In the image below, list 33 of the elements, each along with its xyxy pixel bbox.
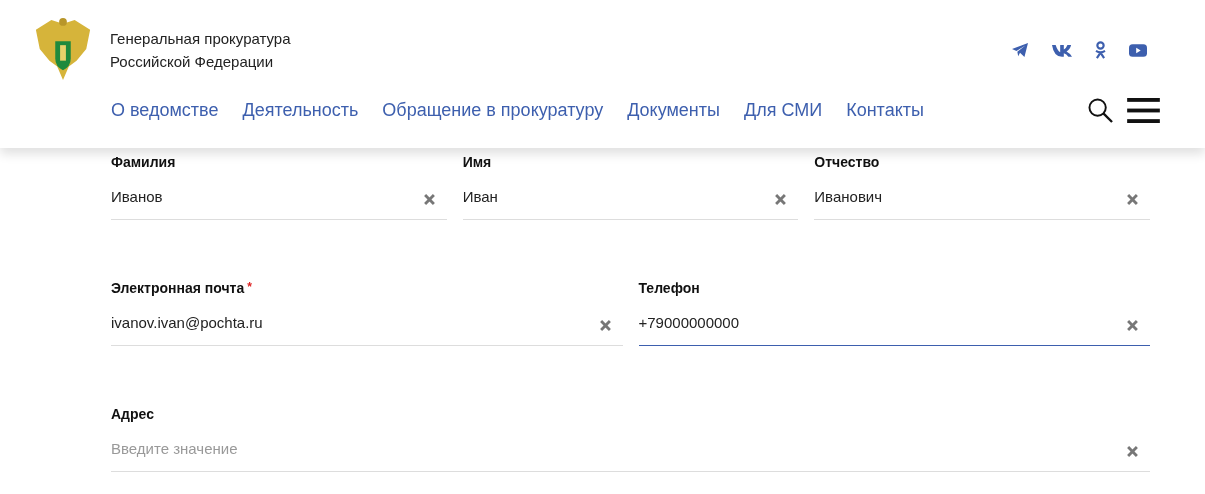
- input-field[interactable]: ivanov.ivan@pochta.ru: [111, 300, 623, 346]
- field-label: Телефон: [638, 280, 700, 296]
- nav-link[interactable]: Обращение в прокуратуру: [382, 100, 604, 121]
- nav-link[interactable]: О ведомстве: [111, 100, 219, 121]
- field-label: Адрес: [111, 406, 154, 422]
- search-icon[interactable]: [1088, 98, 1113, 123]
- required-mark: *: [247, 280, 252, 294]
- input-field[interactable]: Иванов: [111, 174, 447, 220]
- organization-name: Российской Федерации: [110, 52, 275, 72]
- field-label: Электронная почта: [111, 280, 245, 296]
- clear-icon[interactable]: [599, 320, 611, 331]
- paper-plane-icon[interactable]: [1011, 42, 1029, 58]
- nav-link[interactable]: Деятельность: [242, 100, 359, 121]
- menu-icon[interactable]: [1127, 98, 1160, 123]
- play-icon[interactable]: [1129, 43, 1147, 57]
- input-field[interactable]: +79000000000: [638, 300, 1150, 346]
- input-field[interactable]: Иванович: [814, 174, 1150, 220]
- input-field[interactable]: Иван: [462, 174, 799, 220]
- clear-icon[interactable]: [1127, 446, 1138, 457]
- nav-link[interactable]: Документы: [627, 100, 720, 121]
- field-label: Фамилия: [111, 154, 176, 170]
- field-label: Отчество: [814, 154, 880, 170]
- nav-link[interactable]: Для СМИ: [744, 100, 823, 121]
- nav-link[interactable]: Контакты: [846, 100, 924, 121]
- organization-name: Генеральная прокуратура: [110, 29, 291, 49]
- clear-icon[interactable]: [775, 194, 787, 205]
- field-label: Имя: [462, 154, 492, 170]
- clear-icon[interactable]: [1127, 194, 1138, 205]
- ok-icon[interactable]: [1095, 41, 1106, 59]
- input-field[interactable]: Введите значение: [111, 426, 1150, 472]
- clear-icon[interactable]: [1127, 320, 1138, 331]
- clear-icon[interactable]: [423, 194, 435, 205]
- vk-icon[interactable]: [1052, 43, 1072, 57]
